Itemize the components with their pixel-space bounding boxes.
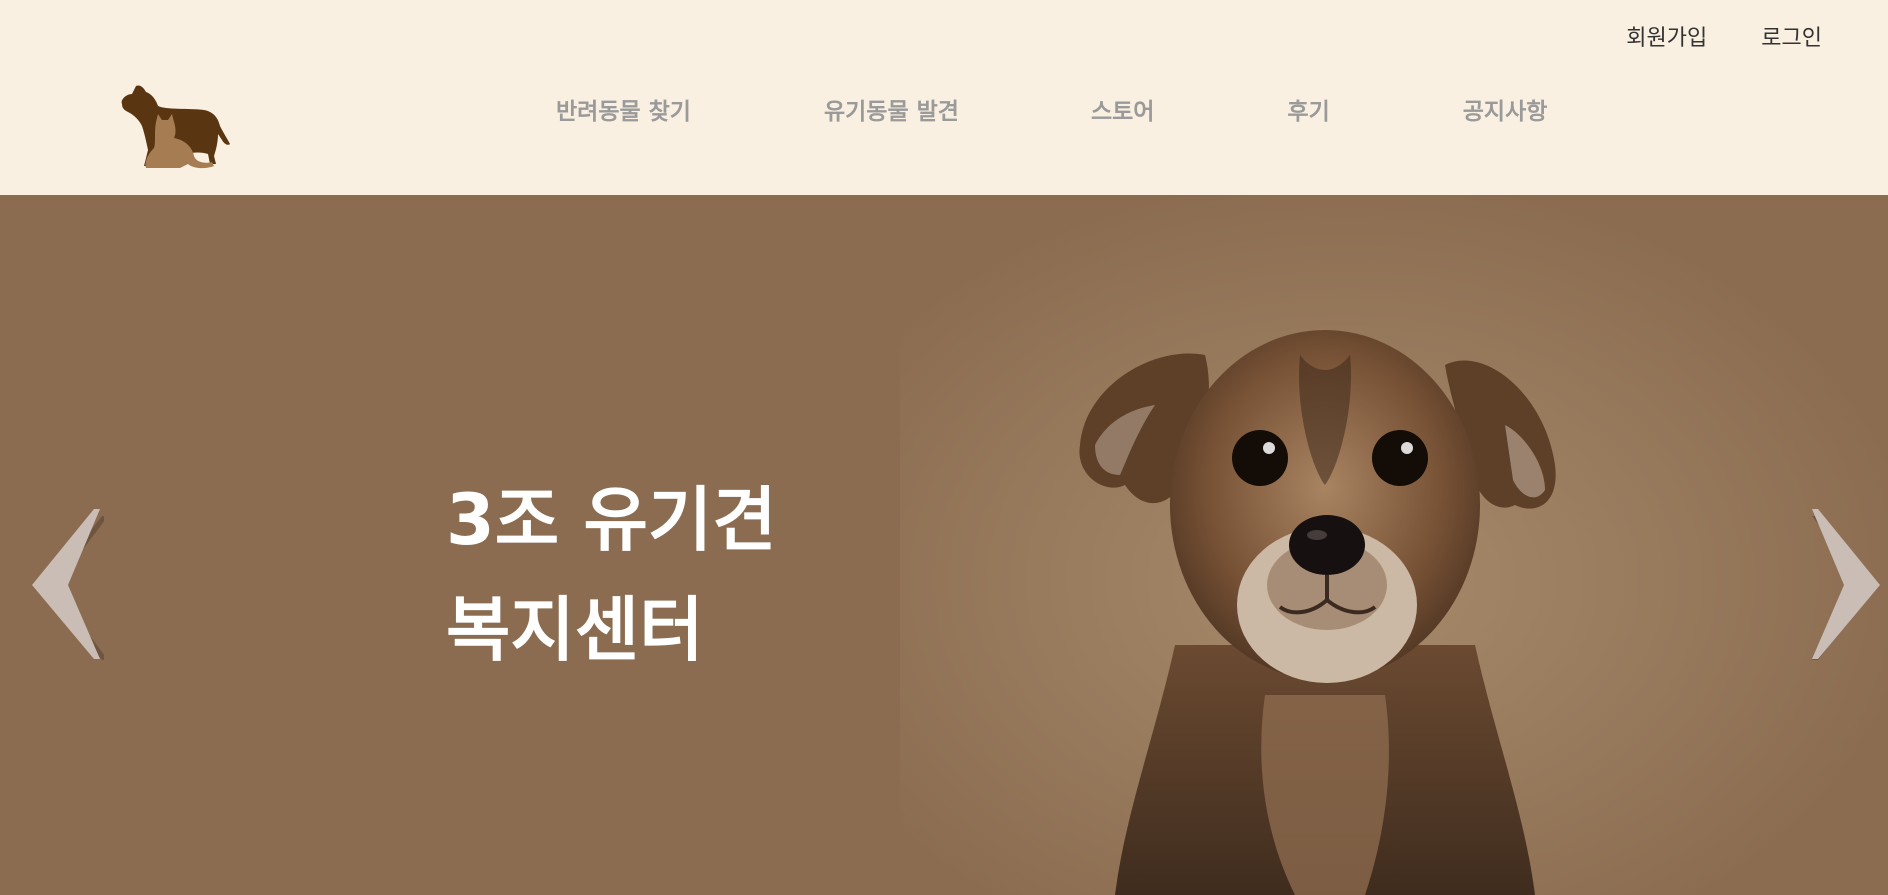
login-link[interactable]: 로그인 [1761,20,1822,52]
nav-item-notices[interactable]: 공지사항 [1463,92,1548,126]
nav-item-store[interactable]: 스토어 [1091,92,1154,126]
main-nav: 반려동물 찾기 유기동물 발견 스토어 후기 공지사항 [556,92,1547,126]
nav-item-reviews[interactable]: 후기 [1287,92,1329,126]
hero-title-line-1: 3조 유기견 [446,479,777,561]
logo-icon[interactable] [118,82,232,172]
utility-nav: 회원가입 로그인 [1626,20,1822,52]
hero-title: 3조 유기견 복지센터 [446,465,777,685]
chevron-right-icon[interactable] [1808,507,1884,663]
dog-eye-left [1232,430,1288,486]
site-header: 회원가입 로그인 반려동물 찾기 유기동물 발견 스토어 후기 공지사항 [0,0,1888,195]
chevron-left-icon[interactable] [28,507,104,663]
signup-link[interactable]: 회원가입 [1626,20,1707,52]
hero-banner: 3조 유기견 복지센터 [0,195,1888,895]
dog-eye-right [1372,430,1428,486]
dog-photo [1079,330,1556,895]
nav-item-found-stray[interactable]: 유기동물 발견 [824,92,959,126]
dog-nose [1289,515,1365,575]
nav-item-find-pet[interactable]: 반려동물 찾기 [556,92,691,126]
hero-title-line-2: 복지센터 [446,589,704,671]
